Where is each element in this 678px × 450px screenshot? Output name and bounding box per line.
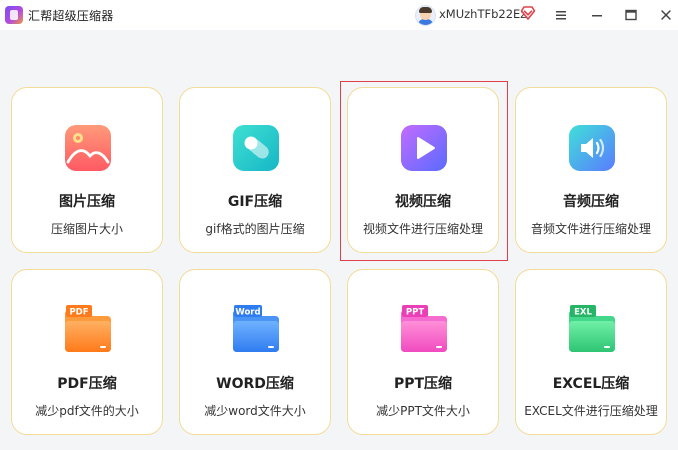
app-title: 汇帮超级压缩器 <box>28 9 114 23</box>
card-desc: 减少pdf文件的大小 <box>35 404 139 418</box>
username[interactable]: xMUzhTFb22Ez <box>439 7 526 21</box>
maximize-icon[interactable] <box>619 3 643 27</box>
app-logo-icon <box>5 6 23 24</box>
vip-diamond-icon[interactable] <box>521 6 535 20</box>
card-desc: 减少word文件大小 <box>204 404 306 418</box>
card-title: 图片压缩 <box>59 194 115 210</box>
card-video-compress[interactable]: 视频压缩 视频文件进行压缩处理 <box>347 87 499 253</box>
ppt-tag: PPT <box>406 308 424 318</box>
card-title: EXCEL压缩 <box>552 376 630 392</box>
card-audio-compress[interactable]: 音频压缩 音频文件进行压缩处理 <box>515 87 667 253</box>
excel-folder-icon: EXL <box>569 305 615 352</box>
minimize-icon[interactable] <box>585 3 609 27</box>
video-play-icon <box>401 125 447 171</box>
pdf-tag: PDF <box>69 308 88 318</box>
card-image-compress[interactable]: 图片压缩 压缩图片大小 <box>11 87 163 253</box>
excel-tag: EXL <box>574 308 592 318</box>
card-word-compress[interactable]: Word WORD压缩 减少word文件大小 <box>179 269 331 435</box>
card-title: GIF压缩 <box>227 194 283 210</box>
image-icon <box>65 125 111 171</box>
speaker-icon <box>569 125 615 171</box>
card-desc: 减少PPT文件大小 <box>376 404 470 418</box>
word-folder-icon: Word <box>233 305 279 352</box>
menu-icon[interactable] <box>549 3 573 27</box>
close-icon[interactable] <box>654 3 678 27</box>
word-tag: Word <box>235 308 260 318</box>
card-gif-compress[interactable]: GIF压缩 gif格式的图片压缩 <box>179 87 331 253</box>
pdf-folder-icon: PDF <box>65 305 111 352</box>
card-excel-compress[interactable]: EXL EXCEL压缩 EXCEL文件进行压缩处理 <box>515 269 667 435</box>
user-avatar[interactable] <box>415 5 436 26</box>
gif-icon <box>233 125 279 171</box>
ppt-folder-icon: PPT <box>401 305 447 352</box>
card-title: 视频压缩 <box>395 194 451 210</box>
tool-grid: 图片压缩 压缩图片大小 GIF压缩 gif格式的图片压缩 视频压缩 视频文件进行… <box>0 30 678 450</box>
card-title: PPT压缩 <box>393 376 453 392</box>
card-ppt-compress[interactable]: PPT PPT压缩 减少PPT文件大小 <box>347 269 499 435</box>
card-title: WORD压缩 <box>216 376 294 392</box>
card-desc: 音频文件进行压缩处理 <box>530 222 651 236</box>
card-desc: gif格式的图片压缩 <box>205 222 305 236</box>
card-title: 音频压缩 <box>563 194 619 210</box>
card-title: PDF压缩 <box>57 376 117 392</box>
card-pdf-compress[interactable]: PDF PDF压缩 减少pdf文件的大小 <box>11 269 163 435</box>
title-bar: 汇帮超级压缩器 xMUzhTFb22Ez <box>0 0 678 30</box>
card-desc: 视频文件进行压缩处理 <box>362 222 483 236</box>
card-desc: 压缩图片大小 <box>50 222 123 236</box>
card-desc: EXCEL文件进行压缩处理 <box>524 404 658 418</box>
